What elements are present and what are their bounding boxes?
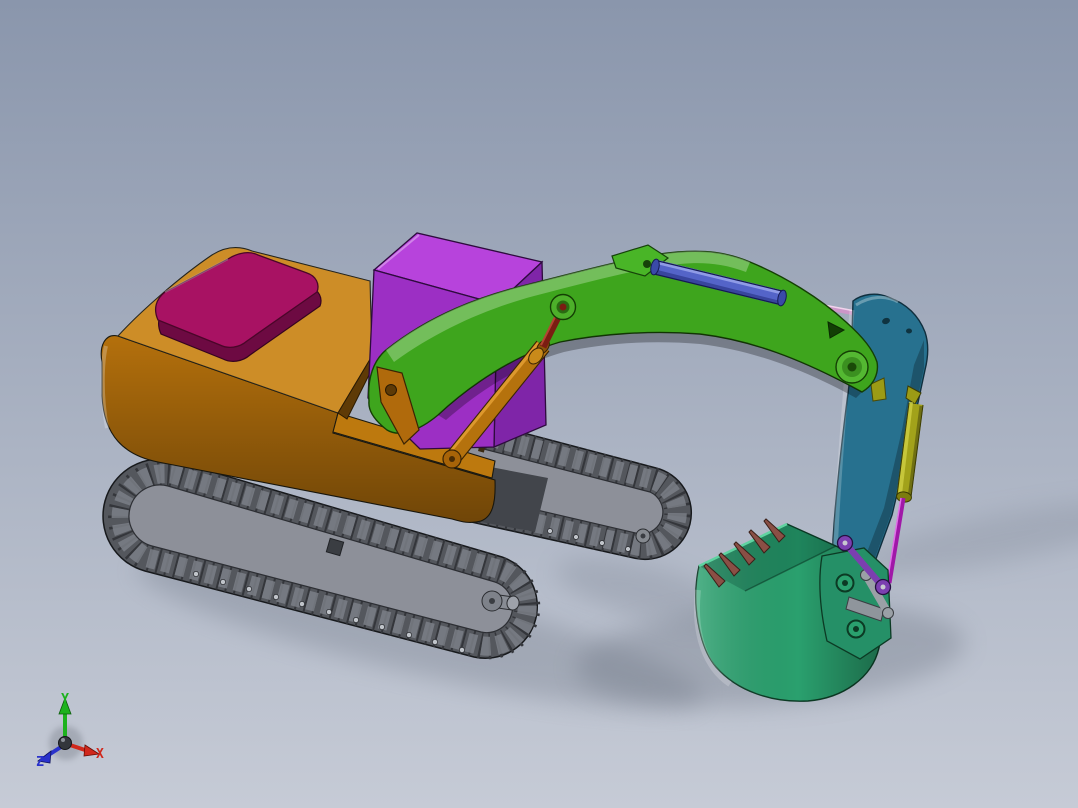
triad-origin-glint [61,738,65,742]
track-frame-hole [325,537,345,557]
rear-track-hub-pin [640,533,646,539]
joint-boss-hole [847,362,857,372]
boom-bracket-hole [643,260,651,268]
boom-cyl-clevis-pin [449,456,455,462]
bucket-bolt-1-pin [842,580,848,586]
bucket-bolt-2-pin [853,626,859,632]
stick-clevis-hole-2 [906,328,912,334]
x-axis-label: X [96,747,104,762]
z-axis-label: Z [36,755,44,770]
bucket-link-pin-1 [842,540,848,546]
triad-origin-ball [58,736,72,750]
idler-hub-pin [489,598,495,604]
foot-bracket-hole [385,384,397,396]
boom-rod-boss-pin [559,303,567,311]
bucket-link-pin-2 [880,584,886,590]
idler-link-end-2 [882,607,894,619]
y-axis-label: Y [61,692,69,707]
cad-viewport[interactable]: Y X Z [0,0,1078,808]
boom-stick-joint[interactable] [835,350,869,384]
model-canvas[interactable]: Y X Z [0,0,1078,808]
